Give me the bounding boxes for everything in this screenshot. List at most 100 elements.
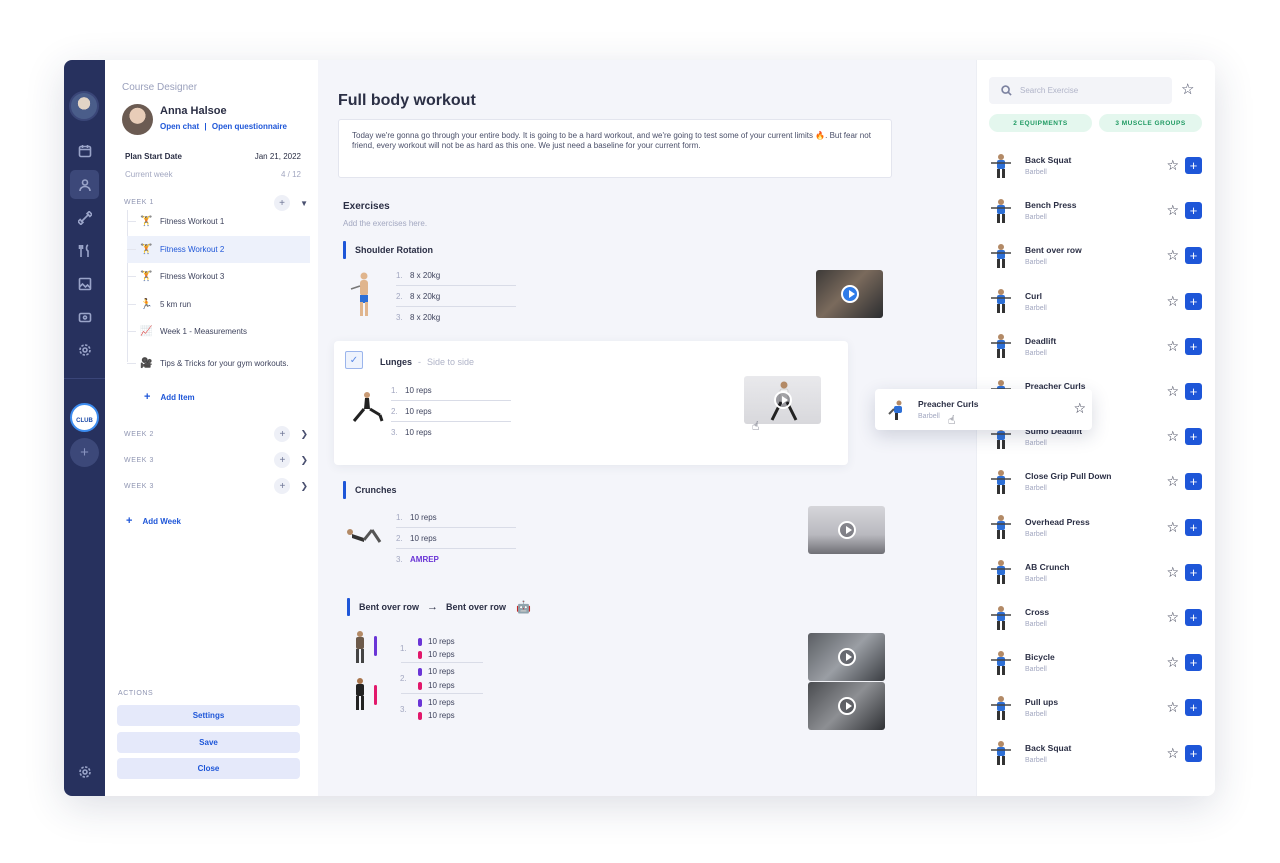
add-exercise-button[interactable]: + — [1185, 383, 1202, 400]
add-exercise-button[interactable]: + — [1185, 292, 1202, 310]
select-checkbox[interactable]: ✓ — [345, 351, 363, 369]
dumbbell-icon[interactable] — [70, 203, 99, 232]
chevron-right-icon[interactable]: ❯ — [300, 455, 308, 466]
calendar-icon[interactable] — [70, 136, 99, 165]
add-exercise-button[interactable]: + — [1185, 563, 1202, 581]
star-icon[interactable]: ☆ — [1166, 157, 1179, 174]
week-1-header[interactable]: WEEK 1 — [124, 199, 154, 206]
star-icon[interactable]: ☆ — [1166, 654, 1179, 671]
set-row[interactable]: 3. AMREP — [396, 549, 516, 570]
week-item-fitness-1[interactable]: 🏋 Fitness Workout 1 — [127, 208, 310, 235]
library-item[interactable]: Deadlift Barbell ☆ + — [987, 324, 1202, 369]
play-icon[interactable] — [840, 285, 859, 303]
lunges-card[interactable]: ✓ Lunges - Side to side 1. 10 reps 2. 10 rep… — [334, 341, 848, 465]
chevron-right-icon[interactable]: ❯ — [300, 429, 308, 440]
library-item[interactable]: Bicycle Barbell ☆ + — [987, 640, 1202, 685]
library-item[interactable]: Close Grip Pull Down Barbell ☆ + — [987, 459, 1202, 504]
open-questionnaire-link[interactable]: Open questionnaire — [212, 122, 287, 131]
exercise-shoulder-rotation[interactable]: Shoulder Rotation — [343, 241, 433, 259]
superset-set-row[interactable]: 10 reps — [418, 681, 455, 690]
add-exercise-button[interactable]: + — [1185, 699, 1202, 717]
workout-description[interactable]: Today we're gonna go through your entire… — [338, 119, 892, 178]
muscle-group-filter-chip[interactable]: 3 MUSCLE GROUPS — [1099, 114, 1202, 132]
settings-button[interactable]: Settings — [117, 705, 300, 726]
superset-set-row[interactable]: 10 reps — [418, 667, 455, 676]
coach-avatar[interactable] — [69, 91, 99, 121]
add-item-button[interactable]: + Add Item — [144, 391, 195, 403]
star-icon[interactable]: ☆ — [1166, 293, 1179, 310]
week-4-header[interactable]: WEEK 3 — [124, 483, 154, 490]
star-icon[interactable]: ☆ — [1166, 338, 1179, 355]
club-logo-icon[interactable]: CLUB — [70, 403, 99, 432]
set-row[interactable]: 3. 8 x 20kg — [396, 307, 516, 328]
week-item-fitness-3[interactable]: 🏋 Fitness Workout 3 — [127, 263, 310, 290]
week-2-header[interactable]: WEEK 2 — [124, 431, 154, 438]
add-exercise-button[interactable]: + — [1185, 337, 1202, 355]
superset-set-row[interactable]: 10 reps — [418, 698, 455, 707]
library-item[interactable]: AB Crunch Barbell ☆ + — [987, 550, 1202, 595]
user-icon[interactable] — [70, 170, 99, 199]
library-item[interactable]: Curl Barbell ☆ + — [987, 279, 1202, 324]
settings-gear-icon[interactable] — [70, 335, 99, 364]
lunges-video-thumbnail[interactable] — [744, 376, 821, 424]
add-exercise-button[interactable]: + — [1185, 202, 1202, 220]
image-icon[interactable] — [70, 269, 99, 298]
save-button[interactable]: Save — [117, 732, 300, 753]
star-icon[interactable]: ☆ — [1166, 383, 1179, 400]
set-row[interactable]: 1. 8 x 20kg — [396, 265, 516, 286]
week-3-add-button[interactable]: + — [274, 452, 291, 468]
set-row[interactable]: 1. 10 reps — [396, 507, 516, 528]
set-row[interactable]: 3. 10 reps — [391, 422, 511, 443]
dragging-exercise-card[interactable]: Preacher Curls Barbell ☆ — [875, 389, 1092, 430]
search-box[interactable] — [989, 77, 1172, 104]
add-exercise-button[interactable]: + — [1185, 518, 1202, 536]
set-row[interactable]: 2. 10 reps — [396, 528, 516, 549]
add-week-button[interactable]: + Add Week — [126, 515, 181, 527]
library-item[interactable]: Back Squat Barbell ☆ + — [987, 731, 1202, 776]
superset-set-row[interactable]: 10 reps — [418, 637, 455, 646]
add-exercise-button[interactable]: + — [1185, 609, 1202, 626]
library-item[interactable]: Back Squat Barbell ☆ + — [987, 143, 1202, 188]
star-icon[interactable]: ☆ — [1166, 202, 1179, 219]
favorites-star-icon[interactable]: ☆ — [1181, 80, 1194, 98]
add-exercise-button[interactable]: + — [1185, 428, 1202, 446]
play-icon[interactable] — [837, 521, 856, 539]
exercise-crunches[interactable]: Crunches — [343, 481, 397, 499]
open-chat-link[interactable]: Open chat — [160, 122, 199, 131]
library-item[interactable]: Bench Press Barbell ☆ + — [987, 188, 1202, 233]
library-item[interactable]: Cross Barbell ☆ + — [987, 595, 1202, 640]
superset-set-row[interactable]: 10 reps — [418, 711, 455, 720]
star-icon[interactable]: ☆ — [1166, 745, 1179, 762]
play-icon[interactable] — [837, 648, 856, 666]
chevron-down-icon[interactable]: ▼ — [300, 199, 308, 208]
add-exercise-button[interactable]: + — [1185, 744, 1202, 762]
nutrition-icon[interactable] — [70, 236, 99, 265]
close-button[interactable]: Close — [117, 758, 300, 779]
bottom-gear-icon[interactable] — [70, 757, 99, 786]
superset-header[interactable]: Bent over row → Bent over row 🤖 — [347, 598, 531, 616]
week-2-add-button[interactable]: + — [274, 426, 291, 442]
superset-video-thumbnail-1[interactable] — [808, 633, 885, 681]
play-icon[interactable] — [773, 391, 792, 409]
shoulder-rotation-video-thumbnail[interactable] — [816, 270, 883, 318]
star-icon[interactable]: ☆ — [1166, 519, 1179, 536]
star-icon[interactable]: ☆ — [1166, 609, 1179, 626]
library-item[interactable]: Pull ups Barbell ☆ + — [987, 685, 1202, 730]
superset-set-row[interactable]: 10 reps — [418, 650, 455, 659]
chevron-right-icon[interactable]: ❯ — [300, 481, 308, 492]
library-item[interactable]: Bent over row Barbell ☆ + — [987, 233, 1202, 278]
week-3-header[interactable]: WEEK 3 — [124, 457, 154, 464]
superset-video-thumbnail-2[interactable] — [808, 682, 885, 730]
add-exercise-button[interactable]: + — [1185, 157, 1202, 174]
add-exercise-button[interactable]: + — [1185, 247, 1202, 265]
add-club-button[interactable]: + — [70, 438, 99, 467]
crunches-video-thumbnail[interactable] — [808, 506, 885, 554]
week-item-fitness-2[interactable]: 🏋 Fitness Workout 2 — [127, 236, 310, 263]
cards-icon[interactable] — [70, 302, 99, 331]
week-item-measurements[interactable]: 📈 Week 1 - Measurements — [127, 318, 310, 345]
star-icon[interactable]: ☆ — [1073, 400, 1086, 417]
star-icon[interactable]: ☆ — [1166, 247, 1179, 264]
star-icon[interactable]: ☆ — [1166, 699, 1179, 716]
set-row[interactable]: 2. 8 x 20kg — [396, 286, 516, 307]
exercise-lunges[interactable]: Lunges - Side to side — [380, 357, 474, 367]
